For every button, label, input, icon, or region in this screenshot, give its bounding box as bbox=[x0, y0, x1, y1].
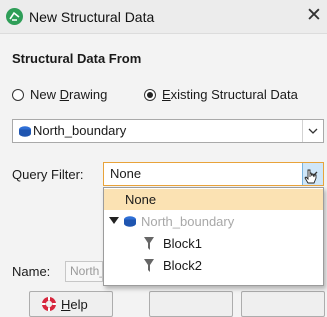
lifebuoy-icon bbox=[42, 297, 56, 311]
name-label: Name: bbox=[12, 264, 51, 279]
help-button[interactable]: Help bbox=[29, 291, 113, 317]
title-bar: New Structural Data ✕ bbox=[0, 0, 327, 34]
secondary-button[interactable] bbox=[149, 291, 233, 317]
window-title: New Structural Data bbox=[29, 9, 155, 25]
structural-icon bbox=[19, 126, 31, 137]
radio-label: New Drawing bbox=[30, 87, 108, 102]
dropdown-item-label: Block1 bbox=[163, 236, 203, 251]
structural-data-select[interactable]: North_boundary bbox=[12, 119, 324, 143]
section-title: Structural Data From bbox=[12, 51, 142, 66]
query-filter-label: Query Filter: bbox=[12, 167, 84, 182]
dropdown-item-label: North_boundary bbox=[141, 214, 235, 229]
structural-select-value: North_boundary bbox=[33, 123, 127, 138]
close-icon[interactable]: ✕ bbox=[303, 4, 325, 28]
dropdown-item-none[interactable]: None bbox=[104, 189, 323, 210]
structural-data-icon bbox=[6, 8, 23, 25]
radio-new-drawing[interactable]: New Drawing bbox=[12, 87, 107, 102]
funnel-icon bbox=[144, 259, 154, 272]
query-filter-select[interactable]: None bbox=[103, 162, 324, 186]
expand-arrow-icon[interactable] bbox=[109, 217, 119, 224]
dropdown-item-label: None bbox=[125, 192, 157, 207]
name-field[interactable]: North_boundary bbox=[65, 261, 103, 282]
radio-existing-structural-data[interactable]: Existing Structural Data bbox=[144, 87, 298, 102]
help-button-label: Help bbox=[61, 297, 88, 312]
dropdown-item-block1[interactable]: Block1 bbox=[104, 233, 323, 254]
dropdown-item-north-boundary: North_boundary bbox=[104, 211, 323, 232]
radio-button[interactable] bbox=[12, 88, 24, 101]
radio-label: Existing Structural Data bbox=[162, 87, 298, 102]
query-filter-dropdown: None North_boundary Block1 Block2 bbox=[103, 187, 324, 286]
funnel-icon bbox=[144, 237, 154, 250]
dropdown-item-label: Block2 bbox=[163, 258, 203, 273]
secondary-button[interactable] bbox=[241, 291, 325, 317]
structural-icon bbox=[124, 216, 136, 227]
query-filter-value: None bbox=[110, 166, 142, 181]
mouse-cursor-icon bbox=[304, 169, 317, 184]
radio-button[interactable] bbox=[144, 88, 156, 101]
chevron-down-icon[interactable] bbox=[302, 120, 323, 142]
dropdown-item-block2[interactable]: Block2 bbox=[104, 255, 323, 276]
